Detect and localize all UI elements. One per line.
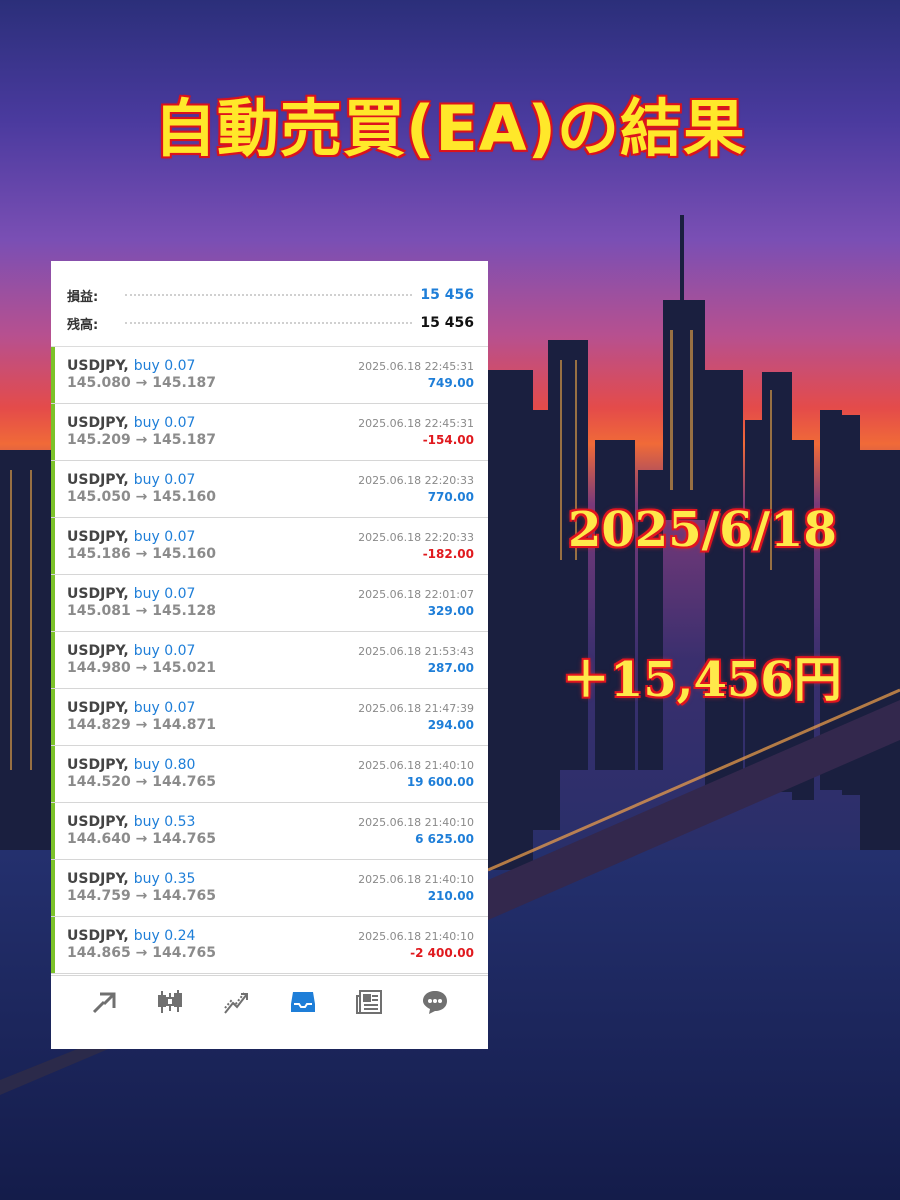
trade-row[interactable]: USDJPY, buy 0.07 2025.06.18 22:20:33 145.… [51, 518, 488, 575]
trend-chart-icon[interactable] [220, 986, 252, 1018]
trade-time: 2025.06.18 21:47:39 [358, 702, 474, 715]
row-accent-bar [51, 803, 55, 859]
trade-side: buy 0.35 [133, 871, 196, 887]
row-accent-bar [51, 404, 55, 460]
total-profit-label: ＋15,456円 [562, 652, 842, 708]
balance-row: 残高: 15 456 [67, 309, 474, 337]
trade-time: 2025.06.18 21:53:43 [358, 645, 474, 658]
trade-time: 2025.06.18 22:01:07 [358, 588, 474, 601]
trade-row[interactable]: USDJPY, buy 0.53 2025.06.18 21:40:10 144.… [51, 803, 488, 860]
trade-prices: 145.050 → 145.160 [67, 489, 217, 505]
trade-profit: 294.00 [427, 718, 474, 732]
trade-time: 2025.06.18 22:45:31 [358, 360, 474, 373]
trade-side: buy 0.07 [133, 415, 196, 431]
row-accent-bar [51, 632, 55, 688]
trade-prices: 144.640 → 144.765 [67, 831, 217, 847]
row-accent-bar [51, 689, 55, 745]
trade-side: buy 0.07 [133, 472, 196, 488]
trade-side: buy 0.07 [133, 643, 196, 659]
headline: 自動売買(EA)の結果 [153, 92, 746, 165]
trade-symbol: USDJPY, [67, 358, 129, 374]
trade-profit: 19 600.00 [406, 775, 474, 789]
trade-profit: -154.00 [422, 433, 474, 447]
trade-prices: 144.980 → 145.021 [67, 660, 217, 676]
trade-prices: 145.209 → 145.187 [67, 432, 217, 448]
row-accent-bar [51, 347, 55, 403]
trade-prices: 144.520 → 144.765 [67, 774, 217, 790]
trade-symbol: USDJPY, [67, 757, 129, 773]
trade-arrows-icon[interactable] [88, 986, 120, 1018]
trade-profit: 287.00 [427, 661, 474, 675]
trade-symbol: USDJPY, [67, 472, 129, 488]
trade-side: buy 0.53 [133, 814, 196, 830]
balance-label: 残高: [67, 317, 99, 333]
trade-prices: 144.865 → 144.765 [67, 945, 217, 961]
row-accent-bar [51, 461, 55, 517]
trade-row[interactable]: USDJPY, buy 0.07 2025.06.18 22:45:31 145.… [51, 347, 488, 404]
row-accent-bar [51, 575, 55, 631]
row-accent-bar [51, 746, 55, 802]
trade-row[interactable]: USDJPY, buy 0.80 2025.06.18 21:40:10 144.… [51, 746, 488, 803]
trade-row[interactable]: USDJPY, buy 0.07 2025.06.18 22:45:31 145.… [51, 404, 488, 461]
news-icon[interactable] [353, 986, 385, 1018]
trade-profit: -2 400.00 [410, 946, 474, 960]
account-summary: 損益: 15 456 残高: 15 456 [51, 261, 488, 347]
trade-time: 2025.06.18 22:20:33 [358, 474, 474, 487]
inbox-history-icon[interactable] [287, 986, 319, 1018]
trade-symbol: USDJPY, [67, 529, 129, 545]
candlestick-chart-icon[interactable] [154, 986, 186, 1018]
profit-value: 15 456 [420, 287, 474, 303]
trade-symbol: USDJPY, [67, 643, 129, 659]
balance-value: 15 456 [420, 315, 474, 331]
row-accent-bar [51, 518, 55, 574]
trade-side: buy 0.07 [133, 586, 196, 602]
trade-symbol: USDJPY, [67, 928, 129, 944]
trade-symbol: USDJPY, [67, 586, 129, 602]
trade-profit: 770.00 [427, 490, 474, 504]
trade-time: 2025.06.18 22:20:33 [358, 531, 474, 544]
trade-history-panel: 損益: 15 456 残高: 15 456 USDJPY, buy 0.07 20… [51, 261, 488, 1049]
trade-list: USDJPY, buy 0.07 2025.06.18 22:45:31 145.… [51, 347, 488, 974]
trade-prices: 145.186 → 145.160 [67, 546, 217, 562]
trade-time: 2025.06.18 21:40:10 [358, 759, 474, 772]
trade-side: buy 0.07 [133, 358, 196, 374]
date-label: 2025/6/18 [568, 502, 837, 558]
trade-row[interactable]: USDJPY, buy 0.35 2025.06.18 21:40:10 144.… [51, 860, 488, 917]
trade-side: buy 0.07 [133, 529, 196, 545]
profit-row: 損益: 15 456 [67, 281, 474, 309]
trade-profit: 210.00 [427, 889, 474, 903]
trade-row[interactable]: USDJPY, buy 0.07 2025.06.18 21:47:39 144.… [51, 689, 488, 746]
bottom-nav-bar [51, 975, 488, 1049]
profit-label: 損益: [67, 289, 99, 305]
trade-profit: 749.00 [427, 376, 474, 390]
trade-side: buy 0.80 [133, 757, 196, 773]
dotted-leader [125, 294, 413, 296]
trade-row[interactable]: USDJPY, buy 0.07 2025.06.18 22:01:07 145.… [51, 575, 488, 632]
trade-profit: 6 625.00 [415, 832, 474, 846]
chat-bubble-icon[interactable] [419, 986, 451, 1018]
trade-time: 2025.06.18 21:40:10 [358, 816, 474, 829]
trade-symbol: USDJPY, [67, 871, 129, 887]
trade-symbol: USDJPY, [67, 415, 129, 431]
row-accent-bar [51, 860, 55, 916]
trade-prices: 145.080 → 145.187 [67, 375, 217, 391]
row-accent-bar [51, 917, 55, 973]
trade-time: 2025.06.18 21:40:10 [358, 873, 474, 886]
trade-profit: -182.00 [422, 547, 474, 561]
trade-row[interactable]: USDJPY, buy 0.07 2025.06.18 21:53:43 144.… [51, 632, 488, 689]
trade-profit: 329.00 [427, 604, 474, 618]
trade-time: 2025.06.18 22:45:31 [358, 417, 474, 430]
trade-symbol: USDJPY, [67, 814, 129, 830]
trade-side: buy 0.07 [133, 700, 196, 716]
trade-row[interactable]: USDJPY, buy 0.24 2025.06.18 21:40:10 144.… [51, 917, 488, 974]
trade-row[interactable]: USDJPY, buy 0.07 2025.06.18 22:20:33 145.… [51, 461, 488, 518]
trade-time: 2025.06.18 21:40:10 [358, 930, 474, 943]
trade-prices: 145.081 → 145.128 [67, 603, 217, 619]
trade-prices: 144.829 → 144.871 [67, 717, 217, 733]
trade-side: buy 0.24 [133, 928, 196, 944]
dotted-leader [125, 322, 413, 324]
trade-symbol: USDJPY, [67, 700, 129, 716]
trade-prices: 144.759 → 144.765 [67, 888, 217, 904]
